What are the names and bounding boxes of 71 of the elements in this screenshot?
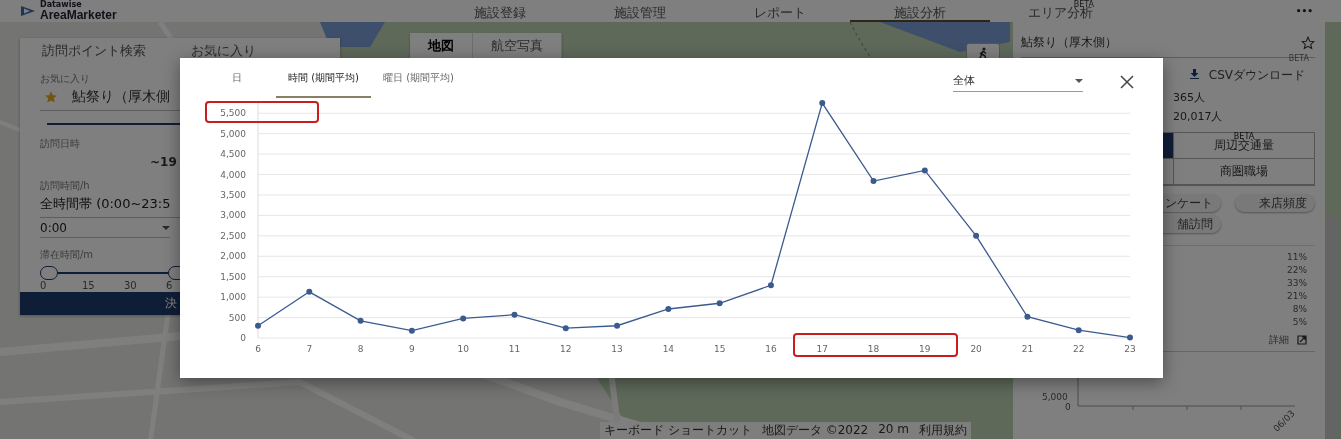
y-tick-label: 4,000 [220, 169, 246, 180]
logo-name: AreaMarketer [40, 9, 117, 21]
x-tick-label: 15 [713, 344, 726, 354]
axis-label: 5,000 [1042, 392, 1068, 402]
nav-tab[interactable]: 施設管理 [570, 0, 710, 22]
x-tick-label: 19 [919, 344, 931, 354]
nav-tab[interactable]: 施設分析 [850, 0, 990, 22]
x-tick-label: 9 [409, 344, 415, 354]
x-tick-label: 16 [765, 344, 777, 354]
slider-tick-label: 6 [166, 280, 174, 291]
y-tick-label: 3,000 [220, 210, 246, 221]
x-tick-label: 11 [508, 344, 521, 354]
x-tick-label: 18 [867, 344, 880, 354]
x-tick-label: 22 [1073, 344, 1085, 354]
filter-chip[interactable]: 来店頻度 [1235, 194, 1315, 212]
percentage-value: 22% [1287, 265, 1307, 275]
y-tick-label: 5,000 [220, 128, 246, 139]
visitor-count: 20,017人 [1173, 109, 1224, 124]
axis-label: 0 [1065, 402, 1071, 412]
csv-download-link[interactable]: CSVダウンロード [1208, 68, 1305, 82]
field-label: 滞在時間/m [40, 248, 94, 262]
y-tick-label: 4,500 [220, 149, 246, 160]
map-type-button[interactable]: 地図 [410, 33, 473, 59]
nav-tab[interactable]: レポート [710, 0, 850, 22]
x-tick-label: 6 [255, 344, 261, 354]
x-tick-label: 10 [457, 344, 469, 354]
logo-tagline: Datawise [40, 1, 83, 9]
x-tick-label: 8 [357, 344, 364, 354]
x-tick-label: 21 [1021, 344, 1034, 354]
y-tick-label: 0 [240, 333, 246, 343]
x-tick-label: 13 [611, 344, 623, 354]
map-attribution: キーボード ショートカット 地図データ ©2022 20 m 利用規約 [600, 422, 971, 439]
panel-tab[interactable]: お気に入り [191, 42, 340, 60]
y-tick-label: 2,000 [220, 251, 246, 262]
dialog-tab[interactable]: 時間 (期間平均) [276, 65, 371, 98]
y-tick-label: 500 [228, 312, 246, 323]
percentage-value: 21% [1287, 291, 1307, 301]
x-tick-label: 17 [816, 344, 828, 354]
percentage-value: 33% [1287, 278, 1307, 288]
y-tick-label: 2,500 [220, 230, 246, 241]
y-tick-label: 1,500 [220, 271, 246, 282]
percentage-value: 5% [1292, 317, 1307, 327]
y-tick-label: 1,000 [220, 292, 246, 303]
detail-link[interactable]: 詳細 [1269, 333, 1289, 347]
nav-tab[interactable]: 施設登録 [430, 0, 570, 22]
slider-tick-label: 0 [40, 280, 48, 291]
y-tick-label: 5,500 [220, 108, 246, 119]
nav-tab[interactable]: エリア分析 BETA [990, 0, 1130, 22]
panel-tab[interactable]: 訪問ポイント検索 [42, 42, 191, 60]
analysis-tab[interactable]: 商圏職場 [1174, 159, 1314, 185]
date-range: ~19 [150, 155, 177, 169]
more-menu[interactable]: ••• [1295, 6, 1313, 16]
visitor-count: 365人 [1173, 90, 1206, 105]
segment-select[interactable]: 全体 [953, 73, 1083, 92]
x-tick-label: 20 [970, 344, 982, 354]
start-time-select[interactable]: 0:00 [40, 218, 170, 238]
x-tick-label: 23 [1124, 344, 1136, 354]
x-tick-label: 14 [662, 344, 675, 354]
analysis-tab[interactable]: 周辺交通量 BETA [1174, 133, 1314, 159]
x-tick-label: 12 [560, 344, 572, 354]
dialog-tab[interactable]: 曜日 (期間平均) [371, 65, 466, 98]
map-type-button[interactable]: 航空写真 [473, 33, 562, 59]
percentage-value: 8% [1292, 304, 1307, 314]
beta-label: BETA [1288, 55, 1309, 63]
dialog-tab[interactable]: 日 [220, 65, 254, 98]
slider-tick-label: 30 [124, 280, 138, 291]
facility-title: 鮎祭り（厚木側） [1021, 34, 1117, 51]
percentage-value: 11% [1287, 252, 1307, 262]
slider-tick-label: 15 [82, 280, 96, 291]
x-tick-label: 7 [306, 344, 313, 354]
y-tick-label: 3,500 [220, 190, 246, 200]
